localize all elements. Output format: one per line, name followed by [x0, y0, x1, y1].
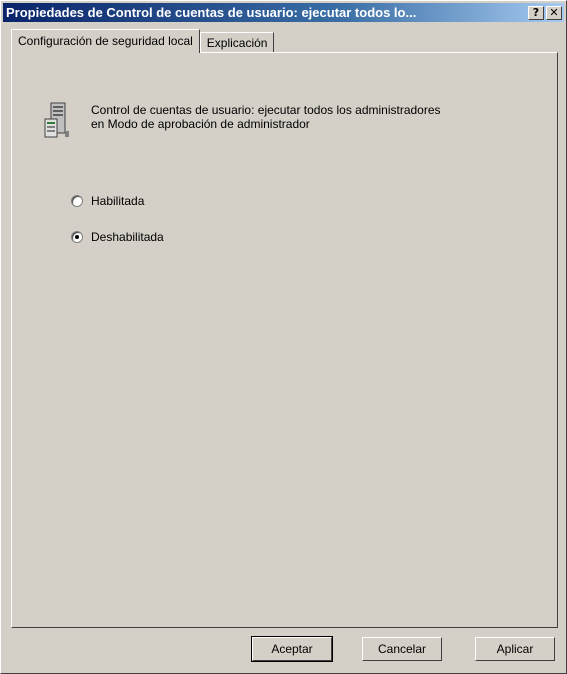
option-enabled-label: Habilitada [91, 194, 145, 208]
help-button[interactable]: ? [528, 5, 544, 20]
close-button[interactable]: ✕ [546, 5, 562, 20]
apply-button[interactable]: Aplicar [475, 637, 555, 661]
tab-local-security-setting[interactable]: Configuración de seguridad local [11, 29, 200, 53]
policy-line-2: en Modo de aprobación de administrador [91, 117, 310, 131]
window-title: Propiedades de Control de cuentas de usu… [6, 5, 417, 20]
title-bar[interactable]: Propiedades de Control de cuentas de usu… [3, 3, 564, 22]
tab-explanation[interactable]: Explicación [199, 32, 275, 53]
radio-enabled[interactable] [71, 195, 83, 207]
policy-line-1: Control de cuentas de usuario: ejecutar … [91, 103, 441, 117]
option-enabled[interactable]: Habilitada [71, 194, 144, 208]
ok-button[interactable]: Aceptar [251, 636, 333, 662]
cancel-button[interactable]: Cancelar [362, 637, 442, 661]
tab-panel [11, 52, 558, 628]
policy-server-icon [44, 102, 69, 138]
radio-disabled[interactable] [71, 231, 83, 243]
dialog-window: Propiedades de Control de cuentas de usu… [0, 0, 567, 674]
tab-strip: Configuración de seguridad local Explica… [11, 29, 275, 53]
option-disabled-label: Deshabilitada [91, 230, 164, 244]
policy-description: Control de cuentas de usuario: ejecutar … [91, 103, 531, 131]
radio-selected-dot [75, 235, 79, 239]
option-disabled[interactable]: Deshabilitada [71, 230, 164, 244]
